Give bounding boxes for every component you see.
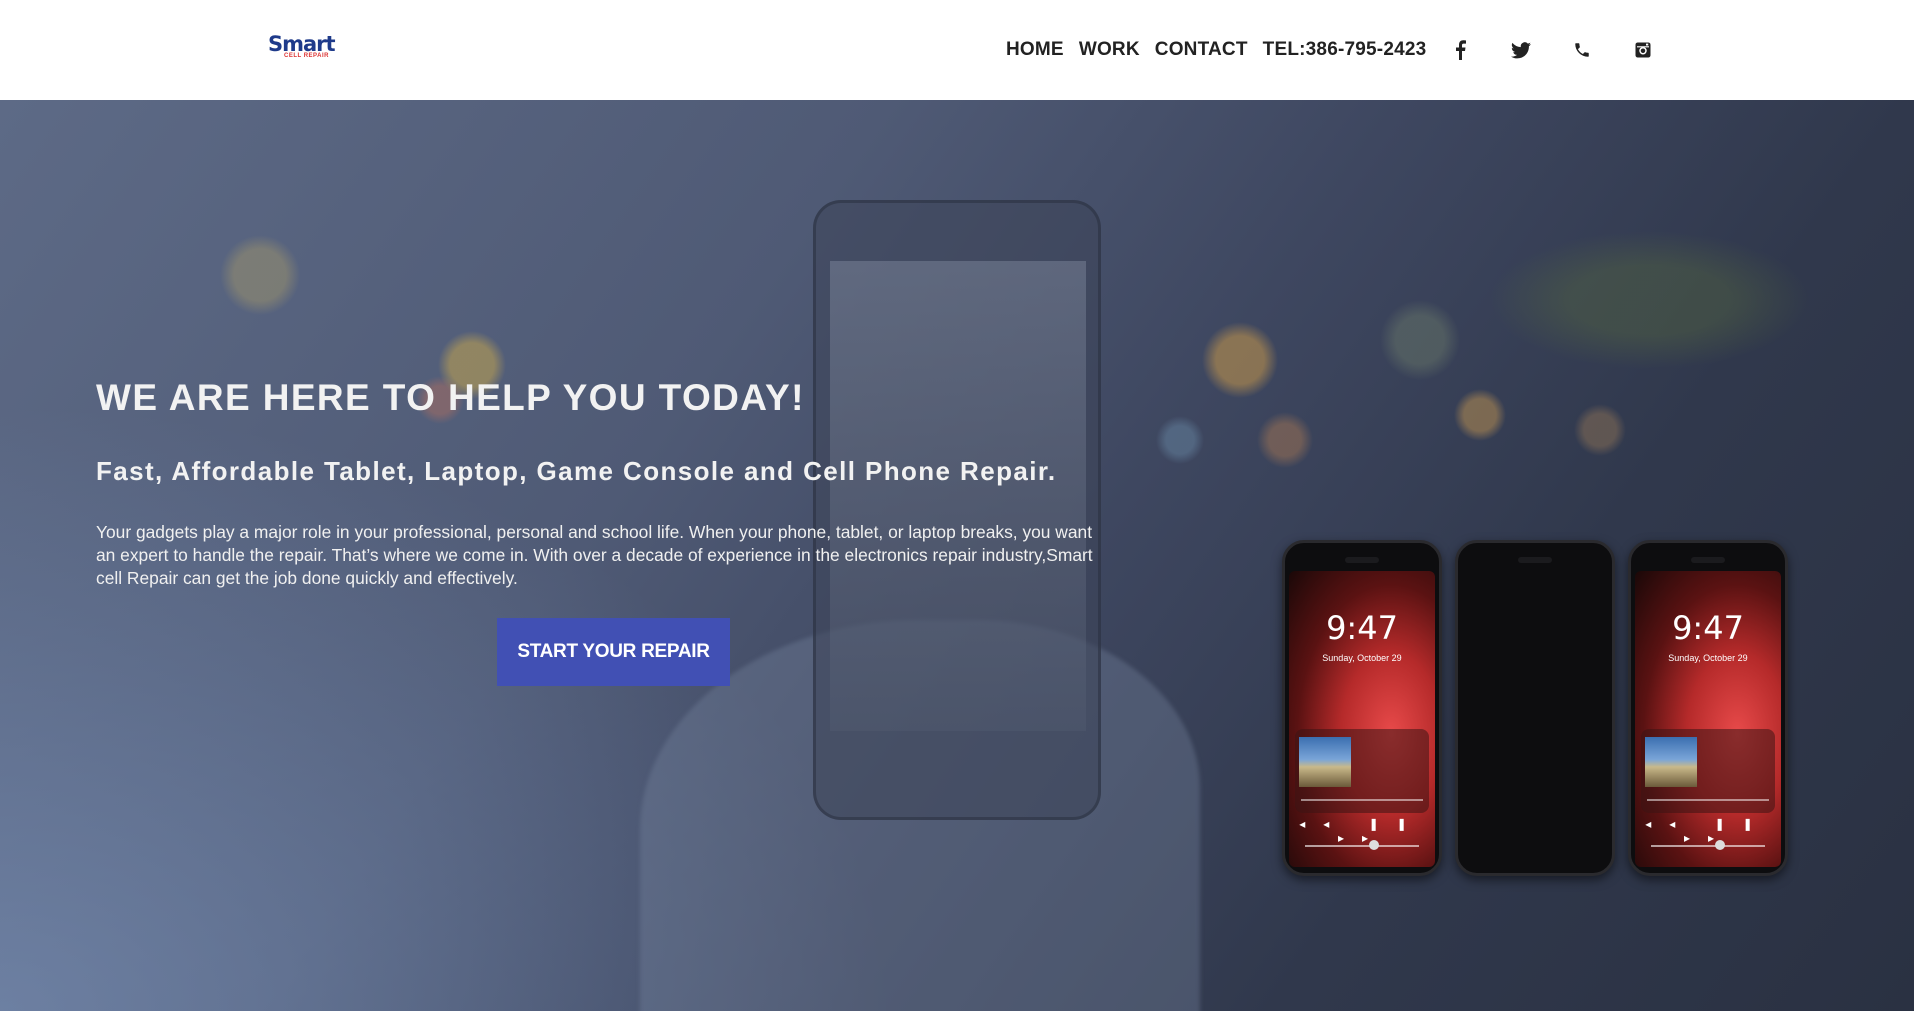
lockscreen-date: Sunday, October 29 [1668,653,1748,663]
nav-contact-link[interactable]: CONTACT [1155,39,1248,61]
volume-bar [1305,845,1419,847]
phones-illustration: 9:47 Sunday, October 29 ◂◂ ❚❚ ▸▸ 9:47 Su… [1282,540,1788,876]
volume-bar [1651,845,1765,847]
site-logo[interactable]: Smart CELL REPAIR [268,32,336,64]
logo-tagline: CELL REPAIR [284,53,329,59]
nav-tel-link[interactable]: TEL:386-795-2423 [1263,39,1427,61]
facebook-icon[interactable] [1448,38,1472,62]
volume-knob [1369,840,1379,850]
hero-subtitle: Fast, Affordable Tablet, Laptop, Game Co… [96,456,1057,486]
hero-title: WE ARE HERE TO HELP YOU TODAY! [96,377,805,418]
phone-back [1455,540,1615,876]
phone-lockscreen-side: 9:47 Sunday, October 29 ◂◂ ❚❚ ▸▸ [1628,540,1788,876]
hero-description: Your gadgets play a major role in your p… [96,522,1093,588]
album-art-image [1299,737,1351,787]
phone-notch [1345,557,1379,563]
social-links [1448,38,1655,62]
hero-section: WE ARE HERE TO HELP YOU TODAY! Fast, Aff… [0,100,1914,1011]
instagram-icon[interactable] [1631,38,1655,62]
nav-work-link[interactable]: WORK [1079,39,1140,61]
playback-controls-icon: ◂◂ ❚❚ ▸▸ [1299,817,1425,845]
track-progress-bar [1647,799,1769,801]
lockscreen-date: Sunday, October 29 [1322,653,1402,663]
phone-lockscreen-front: 9:47 Sunday, October 29 ◂◂ ❚❚ ▸▸ [1282,540,1442,876]
lockscreen-time: 9:47 [1326,609,1398,647]
site-header: Smart CELL REPAIR HOME WORK CONTACT TEL:… [0,0,1920,100]
twitter-icon[interactable] [1509,38,1533,62]
nav-home-link[interactable]: HOME [1006,39,1064,61]
main-nav: HOME WORK CONTACT TEL:386-795-2423 [1006,38,1441,62]
lockscreen-time: 9:47 [1672,609,1744,647]
playback-controls-icon: ◂◂ ❚❚ ▸▸ [1645,817,1771,845]
hero-background-phone-screen [830,261,1086,731]
phone-notch [1518,557,1552,563]
hero-background-phone [813,200,1101,820]
track-progress-bar [1301,799,1423,801]
start-repair-button[interactable]: START YOUR REPAIR [497,618,730,686]
album-art-image [1645,737,1697,787]
lockscreen: 9:47 Sunday, October 29 ◂◂ ❚❚ ▸▸ [1635,571,1781,867]
lockscreen: 9:47 Sunday, October 29 ◂◂ ❚❚ ▸▸ [1289,571,1435,867]
phone-icon[interactable] [1570,38,1594,62]
volume-knob [1715,840,1725,850]
phone-notch [1691,557,1725,563]
